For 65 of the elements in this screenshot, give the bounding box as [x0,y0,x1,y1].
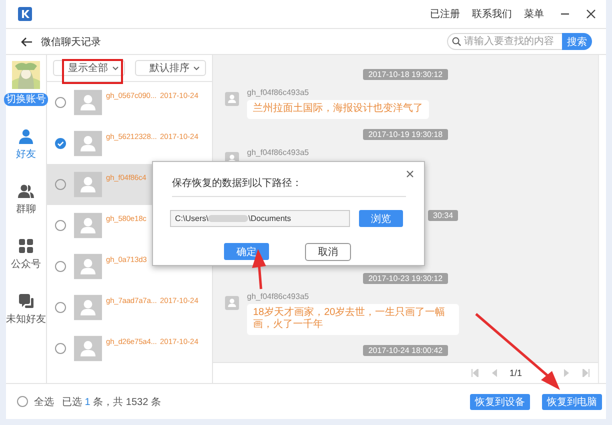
grid-icon [18,238,34,254]
switch-account-button[interactable]: 切换账号 [4,93,48,106]
nav-tab[interactable]: 群聊 [16,183,36,216]
filter-dropdown[interactable]: 显示全部 [53,60,124,76]
timestamp: 2017-10-18 19:30:12 [363,69,448,80]
search-icon [452,37,461,46]
last-page-icon[interactable] [582,369,590,377]
sender-name: gh_f04f86c493a5 [247,88,310,97]
avatar-icon [225,92,239,106]
select-all-label: 全选 [34,396,54,408]
timestamp: 2017-10-23 19:30:12 [363,272,448,284]
avatar-icon [74,212,102,239]
message-bubble: 兰州拉面土国际，海报设计也变洋气了 [247,100,429,118]
logo-icon [18,7,32,21]
select-all-checkbox[interactable] [17,396,28,407]
cancel-button[interactable]: 取消 [305,243,351,261]
avatar-icon [74,335,102,362]
restore-button[interactable]: 恢复到电脑 [542,394,602,410]
sender-name: gh_f04f86c493a5 [247,148,309,156]
selection-summary: 已选 1 条，共 1532 条 [62,396,161,408]
avatar-icon [74,130,102,157]
timestamp: 2017-10-19 19:30:18 [363,128,448,140]
menu-link[interactable]: 联系我们 [472,7,512,21]
dialog-title: 保存恢复的数据到以下路径： [172,176,406,197]
timestamp: 2017-10-24 18:00:42 [363,344,448,356]
caret-icon [112,66,118,70]
checkbox[interactable] [55,302,66,313]
highlight-box [62,59,123,84]
checkbox[interactable] [55,179,66,190]
search-button[interactable]: 搜索 [562,33,592,50]
checkbox[interactable] [55,138,66,149]
path-field[interactable]: C:\Users\ \Documents [170,210,350,227]
nav-tab[interactable]: 未知好友 [6,293,46,326]
first-page-icon[interactable] [471,369,480,377]
person-icon [18,128,34,144]
checkbox[interactable] [55,343,66,354]
menu-link[interactable]: 菜单 [524,7,544,21]
nav-tab[interactable]: 好友 [16,128,36,161]
timestamp: 30:34 [428,210,458,220]
avatar-icon [74,171,102,198]
sender-name: gh_f04f86c493a5 [247,292,310,300]
checkbox[interactable] [55,97,66,108]
filter-dropdown[interactable]: 默认排序 [134,60,206,76]
confirm-button[interactable]: 确定 [224,243,269,260]
nav-tab[interactable]: 公众号 [11,238,41,271]
page-indicator: 1/1 [509,368,522,378]
menu-link[interactable]: 已注册 [430,7,460,21]
restore-button[interactable]: 恢复到设备 [470,394,530,410]
previous-page-icon[interactable] [491,369,498,377]
avatar-icon [225,296,239,310]
browse-button[interactable]: 浏览 [359,210,403,227]
caret-icon [193,66,200,70]
chat-icon [18,293,34,309]
message-bubble: 18岁天才画家，20岁去世，一生只画了一幅画，火了一千年 [247,304,459,334]
close-icon[interactable] [586,9,596,19]
back-arrow-icon[interactable] [21,36,33,46]
avatar-icon [74,253,102,280]
next-page-icon[interactable] [564,369,570,377]
avatar-icon [74,294,102,321]
people-icon [18,183,34,199]
checkbox[interactable] [55,261,66,272]
close-icon[interactable] [406,170,414,178]
page-title: 微信聊天记录 [41,36,101,48]
avatar-icon [74,89,102,116]
checkbox[interactable] [55,220,66,231]
